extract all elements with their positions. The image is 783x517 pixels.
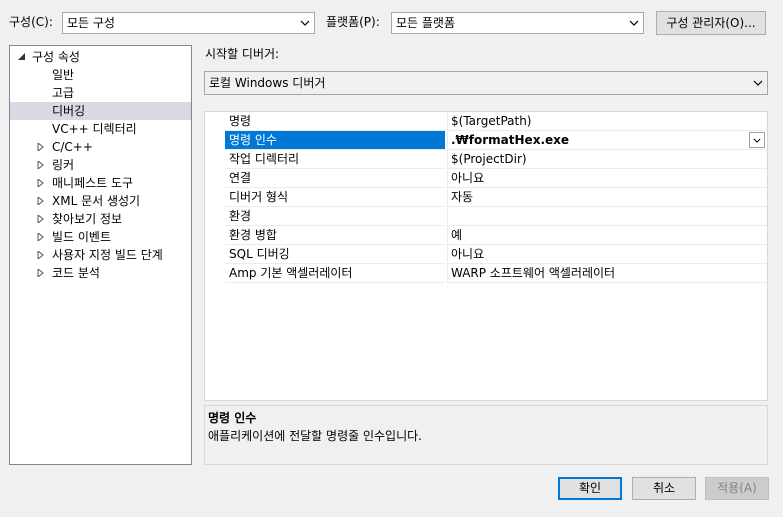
tree-item-label: 링커 xyxy=(52,158,75,172)
platform-select[interactable]: 모든 플랫폼 xyxy=(391,12,644,34)
chevron-down-icon xyxy=(296,13,314,33)
chevron-down-icon xyxy=(625,13,643,33)
tree-item[interactable]: C/C++ xyxy=(10,138,191,156)
property-row[interactable]: Amp 기본 액셀러레이터 WARP 소프트웨어 액셀러레이터 xyxy=(205,264,767,283)
property-value[interactable]: .₩formatHex.exe xyxy=(447,131,767,150)
property-name: SQL 디버깅 xyxy=(225,245,445,264)
property-name: Amp 기본 액셀러레이터 xyxy=(225,264,445,283)
property-row[interactable]: 연결 아니요 xyxy=(205,169,767,188)
property-row[interactable]: 환경 xyxy=(205,207,767,226)
property-value[interactable]: $(TargetPath) xyxy=(447,112,767,131)
description-panel: 명령 인수 애플리케이션에 전달할 명령줄 인수입니다. xyxy=(204,405,768,465)
property-row[interactable]: 작업 디렉터리 $(ProjectDir) xyxy=(205,150,767,169)
tree-item-label: C/C++ xyxy=(52,140,93,154)
tree-item-label: 디버깅 xyxy=(52,104,86,118)
property-name: 명령 인수 xyxy=(225,131,445,150)
property-value[interactable]: 아니요 xyxy=(447,245,767,264)
chevron-down-icon xyxy=(753,138,761,143)
tree-item[interactable]: XML 문서 생성기 xyxy=(10,192,191,210)
property-row[interactable]: 명령 인수 .₩formatHex.exe xyxy=(205,131,767,150)
tree-item[interactable]: VC++ 디렉터리 xyxy=(10,120,191,138)
property-row[interactable]: 환경 병합 예 xyxy=(205,226,767,245)
expand-triangle-icon[interactable] xyxy=(35,210,45,228)
property-row[interactable]: SQL 디버깅 아니요 xyxy=(205,245,767,264)
apply-button[interactable]: 적용(A) xyxy=(705,477,769,500)
property-name: 연결 xyxy=(225,169,445,188)
tree-root-label: 구성 속성 xyxy=(32,50,80,64)
expand-triangle-icon[interactable] xyxy=(35,264,45,282)
property-value[interactable]: 자동 xyxy=(447,188,767,207)
property-value[interactable]: WARP 소프트웨어 액셀러레이터 xyxy=(447,264,767,283)
property-value-text: WARP 소프트웨어 액셀러레이터 xyxy=(451,266,616,280)
property-value-text: .₩formatHex.exe xyxy=(451,133,570,147)
platform-label: 플랫폼(P): xyxy=(326,15,380,29)
property-value-text: $(ProjectDir) xyxy=(451,152,527,166)
property-value-text: 아니요 xyxy=(451,247,485,261)
tree-item[interactable]: 매니페스트 도구 xyxy=(10,174,191,192)
debugger-select-value: 로컬 Windows 디버거 xyxy=(209,76,326,90)
property-value-text: 자동 xyxy=(451,190,474,204)
tree-item[interactable]: 빌드 이벤트 xyxy=(10,228,191,246)
value-dropdown-button[interactable] xyxy=(749,132,765,148)
tree-item-label: 매니페스트 도구 xyxy=(52,176,134,190)
config-manager-button[interactable]: 구성 관리자(O)... xyxy=(656,11,766,35)
property-row[interactable]: 명령 $(TargetPath) xyxy=(205,112,767,131)
expand-triangle-icon[interactable] xyxy=(35,138,45,156)
chevron-down-icon xyxy=(749,72,767,94)
tree-item[interactable]: 코드 분석 xyxy=(10,264,191,282)
property-value[interactable] xyxy=(447,207,767,226)
tree-item[interactable]: 찾아보기 정보 xyxy=(10,210,191,228)
property-name: 디버거 형식 xyxy=(225,188,445,207)
tree-item-label: XML 문서 생성기 xyxy=(52,194,141,208)
expand-triangle-icon[interactable] xyxy=(35,192,45,210)
platform-select-value: 모든 플랫폼 xyxy=(396,16,456,30)
tree-item[interactable]: 링커 xyxy=(10,156,191,174)
property-name: 명령 xyxy=(225,112,445,131)
property-row[interactable]: 디버거 형식 자동 xyxy=(205,188,767,207)
tree-item[interactable]: 디버깅 xyxy=(10,102,191,120)
tree-item-label: 사용자 지정 빌드 단계 xyxy=(52,248,163,262)
cancel-button[interactable]: 취소 xyxy=(632,477,696,500)
property-value-text: $(TargetPath) xyxy=(451,114,532,128)
debugger-select[interactable]: 로컬 Windows 디버거 xyxy=(204,71,768,95)
expand-triangle-icon[interactable] xyxy=(35,174,45,192)
tree-item-label: 코드 분석 xyxy=(52,266,100,280)
property-value[interactable]: $(ProjectDir) xyxy=(447,150,767,169)
tree-item-label: VC++ 디렉터리 xyxy=(52,122,137,136)
tree-item[interactable]: 사용자 지정 빌드 단계 xyxy=(10,246,191,264)
expand-triangle-icon[interactable] xyxy=(35,228,45,246)
property-name: 환경 병합 xyxy=(225,226,445,245)
tree-item-label: 찾아보기 정보 xyxy=(52,212,123,226)
debugger-label: 시작할 디버거: xyxy=(205,47,280,61)
description-title: 명령 인수 xyxy=(208,411,257,425)
tree-item[interactable]: 고급 xyxy=(10,84,191,102)
expand-triangle-icon[interactable] xyxy=(35,156,45,174)
config-select[interactable]: 모든 구성 xyxy=(62,12,315,34)
property-name: 작업 디렉터리 xyxy=(225,150,445,169)
property-value-text: 예 xyxy=(451,228,463,242)
property-name: 환경 xyxy=(225,207,445,226)
property-value-text: 아니요 xyxy=(451,171,485,185)
tree-root[interactable]: 구성 속성 xyxy=(10,48,191,66)
tree-item-label: 일반 xyxy=(52,68,75,82)
property-grid[interactable]: 명령 $(TargetPath) 명령 인수 .₩formatHex.exe 작업 디렉… xyxy=(204,111,768,401)
ok-button[interactable]: 확인 xyxy=(558,477,622,500)
config-label: 구성(C): xyxy=(9,15,53,29)
config-select-value: 모든 구성 xyxy=(67,16,115,30)
tree-item[interactable]: 일반 xyxy=(10,66,191,84)
property-value[interactable]: 예 xyxy=(447,226,767,245)
property-category-tree[interactable]: 구성 속성 일반고급디버깅 VC++ 디렉터리 C/C++ 링커매니페스트 도구 XML… xyxy=(9,45,192,465)
tree-item-label: 고급 xyxy=(52,86,75,100)
collapse-triangle-icon[interactable] xyxy=(16,48,26,66)
description-text: 애플리케이션에 전달할 명령줄 인수입니다. xyxy=(208,429,422,443)
property-value[interactable]: 아니요 xyxy=(447,169,767,188)
expand-triangle-icon[interactable] xyxy=(35,246,45,264)
tree-item-label: 빌드 이벤트 xyxy=(52,230,112,244)
